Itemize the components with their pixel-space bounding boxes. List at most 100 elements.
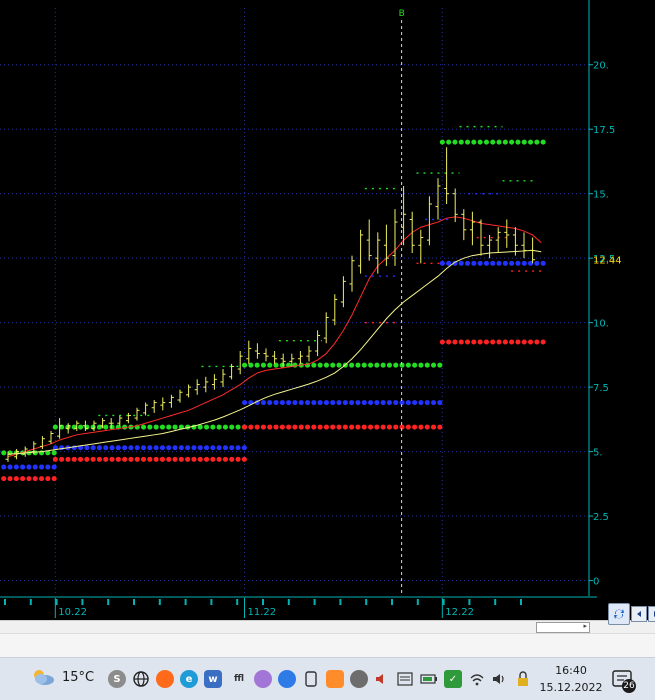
x-minor-tick: [55, 599, 58, 605]
ohlc-bar: [358, 229, 364, 274]
scroll-thumb[interactable]: ▸: [536, 622, 590, 633]
ohlc-bar: [151, 400, 157, 413]
chart-area[interactable]: B 0 2.5 5. 7.5 10. 12.5 15. 17.5 20. 12.44: [0, 0, 655, 596]
x-minor-tick: [365, 599, 368, 605]
x-axis: 10.22 11.22 12.22: [0, 596, 655, 620]
meet-icon[interactable]: [350, 670, 368, 688]
ohlc-bar: [125, 412, 131, 424]
ohlc-bar: [203, 376, 209, 393]
ohlc-bar: [495, 227, 501, 253]
ohlc-bar: [409, 211, 415, 253]
x-minor-tick: [339, 599, 342, 605]
y-tick-label: 0: [593, 577, 599, 588]
ohlc-bar: [323, 312, 329, 344]
ohlc-bar: [487, 234, 493, 259]
ticker-icon[interactable]: ffl: [230, 670, 248, 688]
ohlc-bar: [478, 219, 484, 256]
ohlc-bar: [160, 397, 166, 411]
x-minor-tick: [442, 599, 445, 605]
speaker-warning-icon[interactable]: [372, 670, 390, 688]
lock-icon[interactable]: [514, 670, 532, 688]
skype-icon[interactable]: S: [108, 670, 126, 688]
x-minor-tick: [313, 599, 316, 605]
x-minor-tick: [133, 599, 135, 605]
edge-icon[interactable]: e: [180, 670, 198, 688]
ohlc-bar: [435, 178, 441, 220]
ohlc-bar: [332, 294, 338, 326]
x-minor-tick: [287, 599, 290, 605]
scroll-left-button[interactable]: [631, 606, 647, 622]
ohlc-bar: [194, 379, 200, 395]
ohlc-bar: [375, 232, 381, 274]
teams-icon[interactable]: w: [204, 670, 222, 688]
date-label: 15.12.2022: [539, 681, 603, 694]
sync-icon: [614, 609, 624, 619]
time-label: 16:40: [555, 664, 587, 677]
event-marker: B: [399, 9, 405, 596]
ohlc-bar: [143, 402, 149, 416]
office-icon[interactable]: [326, 670, 344, 688]
ohlc-bar: [246, 340, 252, 364]
y-tick-label: 7.5: [593, 383, 609, 394]
ohlc-bar: [469, 211, 475, 246]
ohlc-bar: [366, 219, 372, 261]
x-minor-tick: [236, 599, 239, 605]
ohlc-bar: [392, 209, 398, 266]
ohlc-bar: [254, 343, 260, 359]
ohlc-bar: [504, 219, 510, 248]
scroll-right-button[interactable]: [648, 606, 655, 622]
feather-icon[interactable]: [254, 670, 272, 688]
ohlc-bar: [297, 351, 303, 364]
last-price-label: 12.44: [593, 256, 622, 267]
ohlc-bar: [220, 369, 226, 388]
x-minor-tick: [107, 599, 110, 605]
x-tick-label: 10.22: [58, 607, 87, 618]
x-minor-tick: [29, 599, 32, 605]
sync-button[interactable]: [608, 603, 630, 625]
x-minor-tick: [416, 599, 419, 605]
ohlc-bar: [186, 384, 192, 398]
clock[interactable]: 16:40 15.12.2022: [538, 662, 604, 696]
chart-nav-buttons: [608, 603, 655, 628]
x-minor-tick: [184, 599, 187, 605]
x-minor-tick: [391, 599, 393, 605]
x-minor-tick: [468, 599, 471, 605]
x-minor-tick: [4, 599, 6, 605]
wifi-icon[interactable]: [468, 670, 486, 688]
x-minor-tick: [81, 599, 84, 605]
moving-average-fast-line: [7, 216, 542, 458]
ohlc-bar: [426, 196, 432, 246]
news-icon[interactable]: [396, 670, 414, 688]
shield-icon[interactable]: ✓: [444, 670, 462, 688]
y-tick-label: 17.5: [593, 125, 615, 136]
ohlc-bar: [117, 415, 123, 426]
ohlc-bar: [306, 345, 312, 362]
x-minor-tick: [520, 599, 522, 605]
battery-icon[interactable]: [420, 670, 438, 688]
horizontal-scrollbar[interactable]: ▸: [0, 620, 655, 633]
temperature-label: 15°C: [62, 669, 95, 685]
event-label: B: [399, 9, 405, 19]
ohlc-bar: [177, 389, 183, 403]
grid-lines: [0, 8, 589, 596]
weather-widget[interactable]: 15°C: [30, 668, 94, 686]
status-area: [0, 633, 655, 658]
moving-averages: [7, 216, 542, 458]
firefox-icon[interactable]: [156, 670, 174, 688]
phone-link-icon[interactable]: [302, 670, 320, 688]
volume-icon[interactable]: [490, 670, 508, 688]
ohlc-bar: [237, 351, 243, 375]
ohlc-bar: [134, 407, 140, 421]
ohlc-bar: [444, 147, 450, 204]
globe-icon[interactable]: [132, 670, 150, 688]
ohlc-bar: [461, 209, 467, 241]
price-chart[interactable]: B 02.55.7.510.12.515.17.520.12.44: [0, 0, 655, 596]
x-tick-label: 12.22: [445, 607, 474, 618]
weather-icon: [34, 670, 54, 685]
y-tick-label: 5.: [593, 448, 603, 459]
price-bars: [5, 147, 536, 462]
ohlc-bar: [48, 430, 54, 444]
zoom-icon[interactable]: [278, 670, 296, 688]
x-minor-tick: [494, 599, 497, 605]
y-axis: 02.55.7.510.12.515.17.520.12.44: [588, 0, 622, 596]
